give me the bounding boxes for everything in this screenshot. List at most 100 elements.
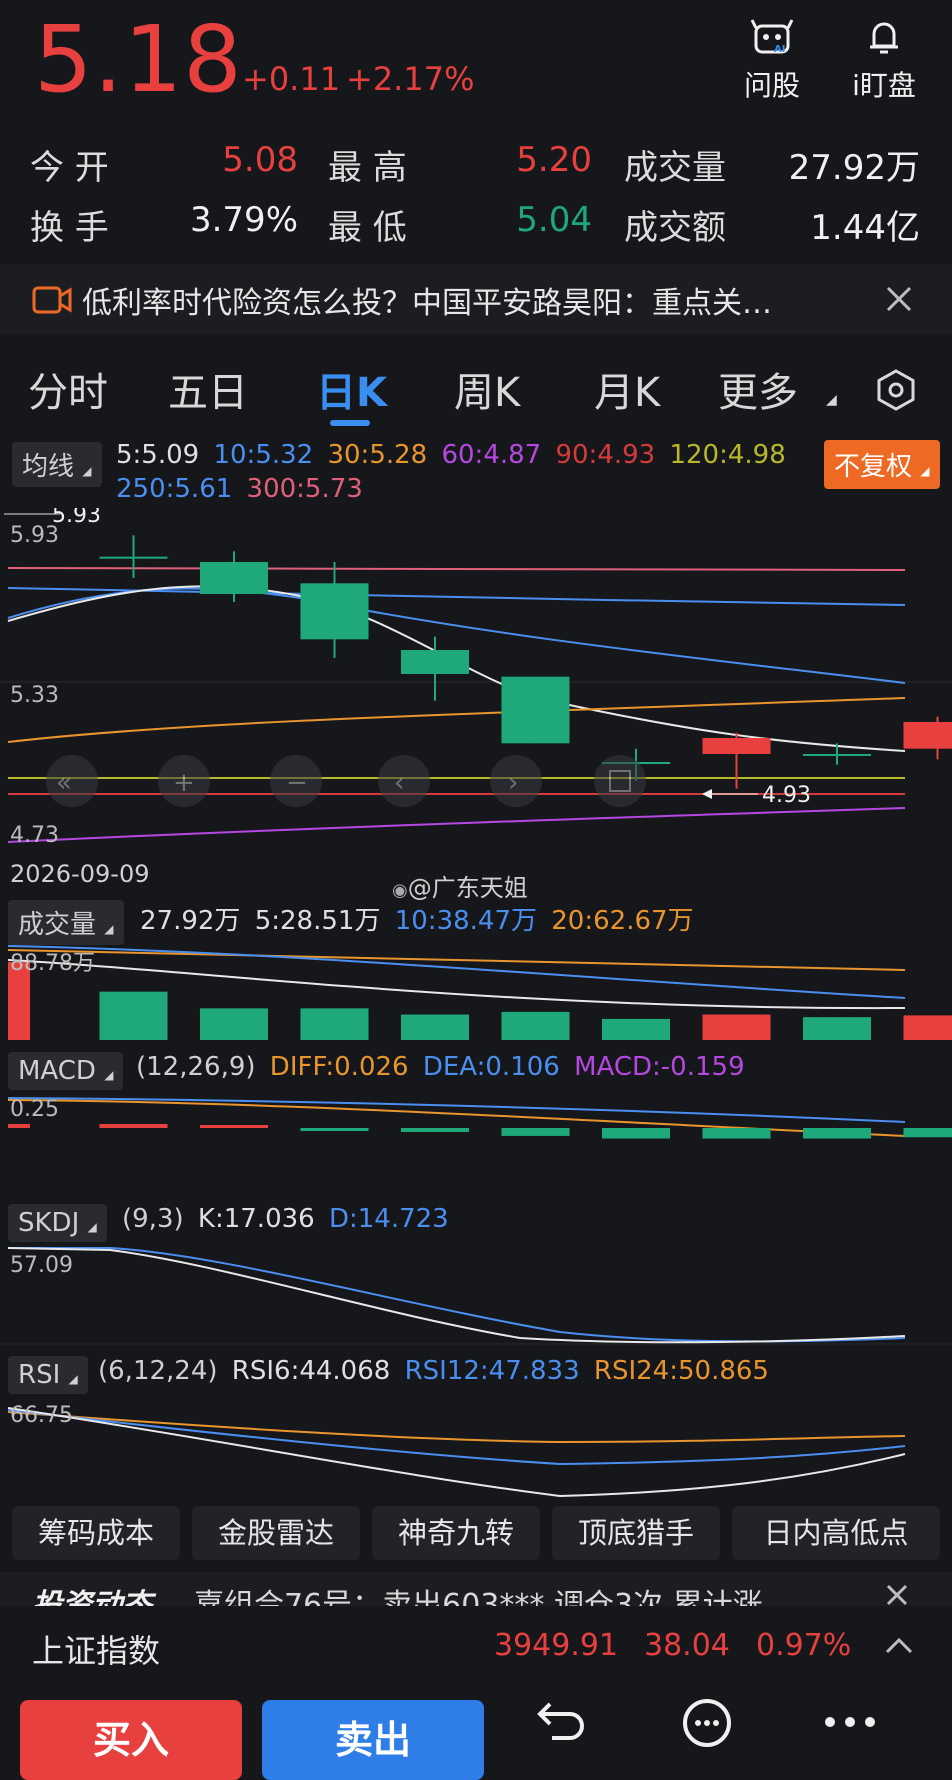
skdj-k: K:17.036 [198, 1204, 315, 1234]
candle [703, 733, 771, 789]
ma90-value: 90:4.93 [555, 440, 655, 470]
macd-selector-label: MACD [18, 1056, 96, 1086]
tab-monthly-k[interactable]: 月K [594, 360, 660, 418]
ask-stock-button[interactable]: AI 问股 [722, 18, 822, 104]
tab-five-day[interactable]: 五日 [168, 360, 248, 418]
sell-button[interactable]: 卖出 [262, 1700, 484, 1780]
tool-top-bottom-hunter[interactable]: 顶底猎手 [552, 1506, 720, 1560]
weibo-icon: ◉ [392, 880, 408, 901]
index-value: 3949.91 [494, 1628, 618, 1663]
ma-legend-row2: 250:5.61 300:5.73 [116, 474, 363, 504]
volume-max-label: 88.78万 [10, 951, 95, 976]
rsi-params: (6,12,24) [98, 1356, 218, 1386]
watermark-text: @广东天姐 [408, 874, 528, 902]
more-dots-icon[interactable] [820, 1712, 880, 1732]
settings-hexagon-icon[interactable] [874, 368, 918, 412]
open-value: 5.08 [180, 140, 298, 180]
high-value: 5.20 [470, 140, 592, 180]
kline-chart[interactable]: « + − ‹ › 5.93 5.93 5.33 4.73 4.93 [0, 508, 952, 854]
index-change-pct: 0.97% [756, 1628, 851, 1663]
rsi-legend: (6,12,24) RSI6:44.068 RSI12:47.833 RSI24… [98, 1356, 769, 1386]
candle [803, 743, 871, 764]
macd-diff: DIFF:0.026 [270, 1052, 409, 1082]
watch-button[interactable]: i盯盘 [834, 18, 934, 104]
ma60-value: 60:4.87 [441, 440, 541, 470]
ma30-value: 30:5.28 [327, 440, 427, 470]
ai-robot-icon: AI [750, 18, 794, 58]
ma60-line [8, 808, 905, 842]
news-banner[interactable]: 低利率时代险资怎么投？中国平安路昊阳：重点关… [0, 264, 952, 334]
tab-weekly-k[interactable]: 周K [454, 360, 520, 418]
chevron-up-icon[interactable] [884, 1636, 914, 1656]
macd-dea: DEA:0.106 [423, 1052, 560, 1082]
candle-body [502, 677, 570, 744]
ma30-line [8, 698, 905, 742]
current-price: 5.18 [34, 10, 243, 110]
zoom-in-icon: + [173, 768, 195, 798]
macd-bar [602, 1128, 670, 1139]
skdj-selector[interactable]: SKDJ ◢ [8, 1204, 107, 1242]
index-name: 上证指数 [32, 1626, 160, 1672]
rsi-chart: 66.75 [0, 1396, 952, 1500]
candle [401, 637, 469, 701]
tool-magic-nine[interactable]: 神奇九转 [372, 1506, 540, 1560]
candle-body [401, 650, 469, 674]
tab-intraday[interactable]: 分时 [28, 360, 108, 418]
candle-body [301, 583, 369, 639]
kline-low-marker: 4.93 [762, 783, 811, 808]
macd-bar [200, 1125, 268, 1128]
ask-stock-label: 问股 [744, 69, 800, 102]
adjust-selector[interactable]: 不复权 ◢ [824, 440, 940, 489]
tool-golden-radar[interactable]: 金股雷达 [192, 1506, 360, 1560]
candles [0, 514, 952, 789]
price-change: +0.11 [242, 60, 340, 98]
macd-bar [904, 1128, 952, 1137]
watermark: ◉@广东天姐 [392, 868, 528, 903]
ma-selector[interactable]: 均线 ◢ [12, 442, 102, 487]
skdj-selector-label: SKDJ [18, 1208, 79, 1238]
volume-bar [904, 1015, 952, 1040]
volume-bar [803, 1017, 871, 1040]
close-icon[interactable] [884, 284, 914, 314]
macd-bar [502, 1128, 570, 1136]
macd-bar [803, 1128, 871, 1139]
skdj-params: (9,3) [122, 1204, 184, 1234]
volume-legend: 27.92万 5:28.51万 10:38.47万 20:62.67万 [140, 900, 694, 937]
rsi24-value: RSI24:50.865 [594, 1356, 769, 1386]
tab-daily-k[interactable]: 日K [316, 360, 387, 418]
volume-selector-label: 成交量 [18, 910, 96, 940]
macd-bar [100, 1124, 168, 1128]
chat-icon[interactable] [680, 1696, 734, 1750]
index-ticker[interactable]: 上证指数 3949.91 38.04 0.97% [0, 1606, 952, 1686]
volume-current: 27.92万 [140, 906, 240, 936]
index-change: 38.04 [644, 1628, 730, 1663]
volume-bar [401, 1015, 469, 1040]
adjust-label: 不复权 [834, 452, 912, 482]
volume-bar [703, 1015, 771, 1040]
macd-selector[interactable]: MACD ◢ [8, 1052, 123, 1090]
kline-y-bottom: 4.73 [10, 823, 59, 848]
ma250-value: 250:5.61 [116, 474, 232, 504]
buy-button[interactable]: 买入 [20, 1700, 242, 1780]
rsi-max-label: 66.75 [10, 1403, 73, 1428]
news-close-icon[interactable] [884, 1582, 910, 1608]
video-icon [32, 284, 72, 316]
ma300-value: 300:5.73 [247, 474, 363, 504]
turnover-value: 3.79% [160, 200, 298, 240]
volume-bar [502, 1012, 570, 1040]
more-caret-icon: ◢ [826, 392, 837, 408]
volume-bar [200, 1008, 268, 1040]
rsi-selector[interactable]: RSI ◢ [8, 1356, 88, 1394]
tool-intraday-high-low[interactable]: 日内高低点 [732, 1506, 940, 1560]
undo-icon[interactable] [530, 1700, 584, 1748]
tab-more[interactable]: 更多 [718, 360, 798, 418]
volume-bar [602, 1019, 670, 1040]
macd-params: (12,26,9) [136, 1052, 256, 1082]
tool-chip-cost[interactable]: 筹码成本 [12, 1506, 180, 1560]
chart-nav-controls: « + − ‹ › [46, 755, 646, 807]
kline-date: 2026-09-09 [10, 860, 149, 888]
skdj-d-line [8, 1248, 905, 1341]
macd-bar [703, 1128, 771, 1139]
skdj-k-line [8, 1248, 905, 1342]
volume-selector[interactable]: 成交量 ◢ [8, 900, 124, 945]
